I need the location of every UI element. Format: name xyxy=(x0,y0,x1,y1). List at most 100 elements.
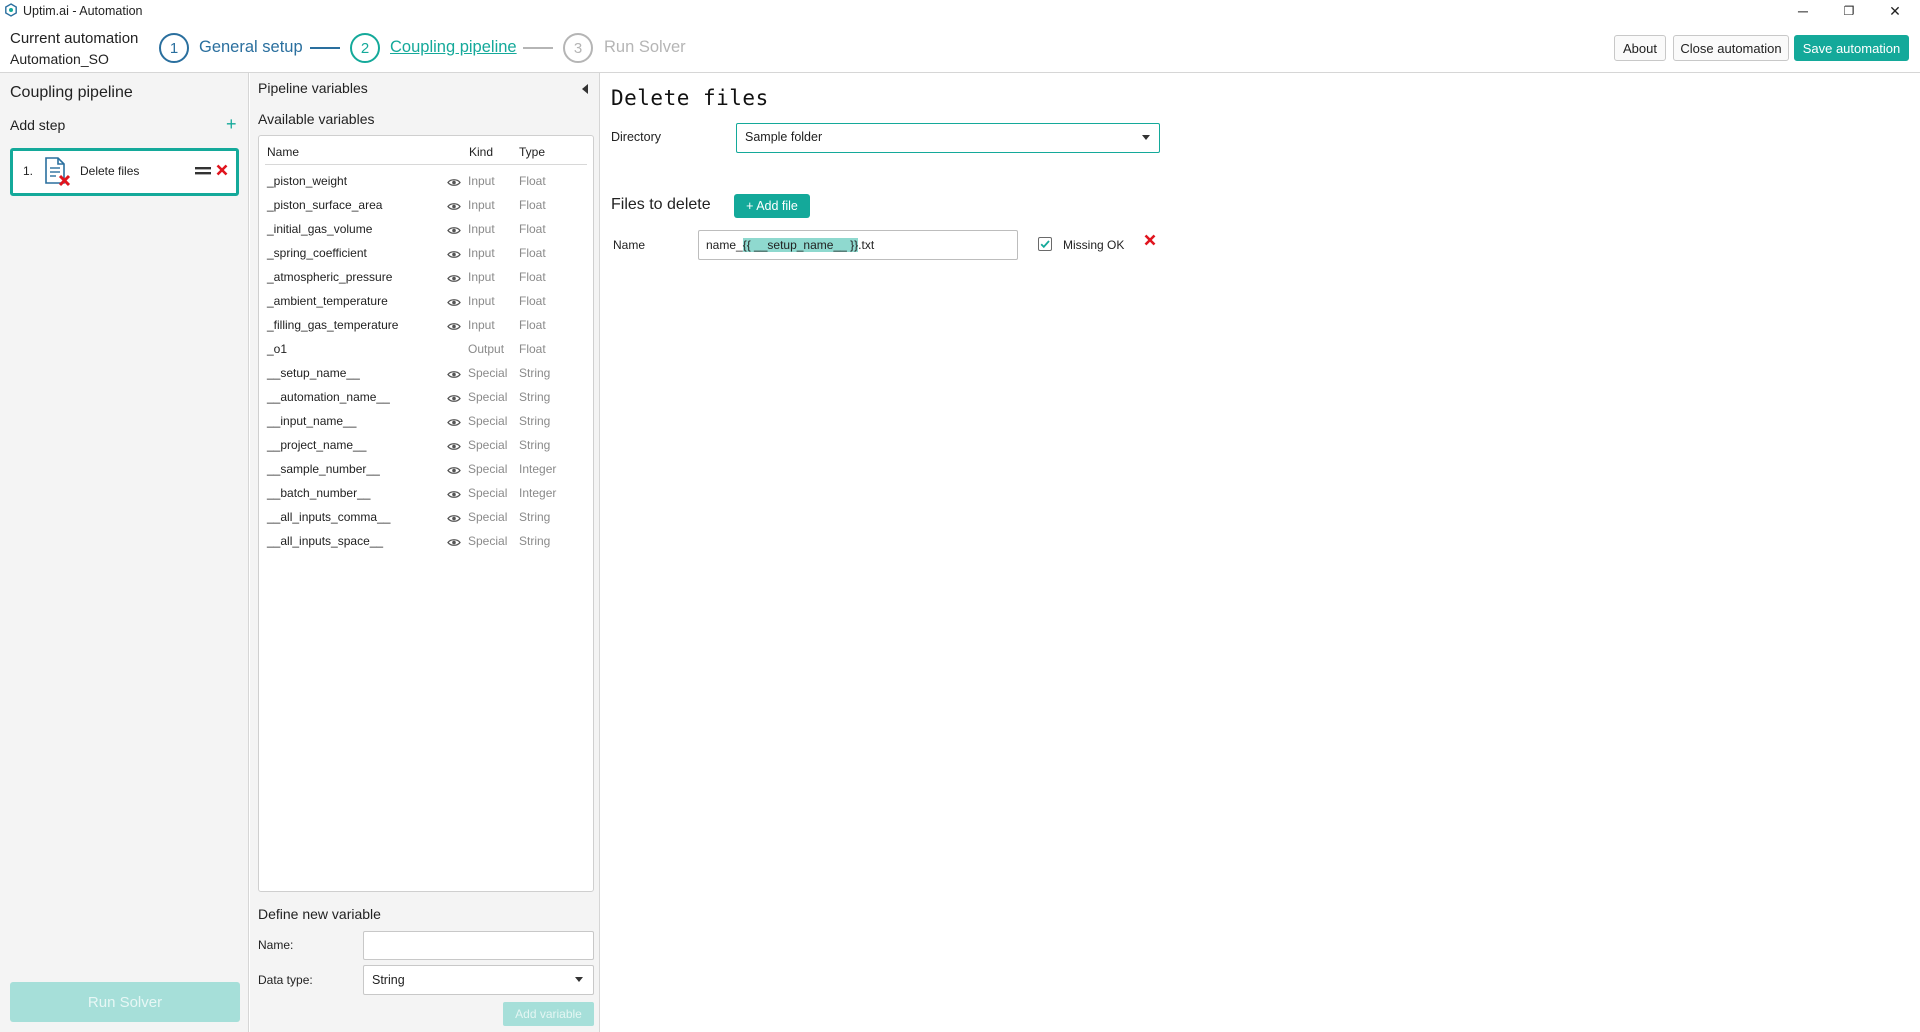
variable-kind: Input xyxy=(468,318,495,332)
eye-icon[interactable] xyxy=(447,416,461,430)
stepper-step-1[interactable]: 1 xyxy=(159,33,189,63)
missing-ok-checkbox[interactable] xyxy=(1038,237,1052,251)
variable-name: _spring_coefficient xyxy=(267,246,367,260)
eye-icon[interactable] xyxy=(447,272,461,286)
variable-name: _o1 xyxy=(267,342,288,356)
add-step-label: Add step xyxy=(10,117,66,133)
close-window-button[interactable]: ✕ xyxy=(1872,0,1918,22)
variable-kind: Input xyxy=(468,246,495,260)
run-solver-button[interactable]: Run Solver xyxy=(10,982,240,1022)
step-label: Delete files xyxy=(80,164,140,178)
pipeline-step-card[interactable]: 1. Delete files xyxy=(10,148,239,196)
eye-icon[interactable] xyxy=(447,368,461,382)
variable-kind: Special xyxy=(468,462,508,476)
eye-icon[interactable] xyxy=(447,392,461,406)
table-row[interactable]: __all_inputs_space__ Special String xyxy=(258,529,594,553)
remove-step-icon[interactable] xyxy=(216,164,228,176)
eye-icon[interactable] xyxy=(447,440,461,454)
table-row[interactable]: _spring_coefficient Input Float xyxy=(258,241,594,265)
variable-name: _piston_surface_area xyxy=(267,198,383,212)
about-button[interactable]: About xyxy=(1614,35,1666,61)
table-row[interactable]: _atmospheric_pressure Input Float xyxy=(258,265,594,289)
table-row[interactable]: __setup_name__ Special String xyxy=(258,361,594,385)
drag-handle-icon[interactable] xyxy=(195,165,211,177)
remove-file-icon[interactable] xyxy=(1144,234,1156,246)
collapse-panel-icon[interactable] xyxy=(582,84,588,94)
eye-icon[interactable] xyxy=(447,488,461,502)
variable-type: Float xyxy=(519,222,546,236)
variable-type: String xyxy=(519,366,551,380)
step-label-coupling-pipeline[interactable]: Coupling pipeline xyxy=(390,38,517,57)
minimize-button[interactable]: ─ xyxy=(1780,0,1826,22)
minimize-icon: ─ xyxy=(1798,3,1808,19)
table-row[interactable]: __sample_number__ Special Integer xyxy=(258,457,594,481)
variable-type: Float xyxy=(519,246,546,260)
eye-icon[interactable] xyxy=(447,176,461,190)
eye-icon[interactable] xyxy=(447,512,461,526)
variable-name: __batch_number__ xyxy=(267,486,371,500)
delete-file-icon xyxy=(45,157,71,187)
table-row[interactable]: __input_name__ Special String xyxy=(258,409,594,433)
step-label-run-solver[interactable]: Run Solver xyxy=(604,38,686,57)
table-row[interactable]: _initial_gas_volume Input Float xyxy=(258,217,594,241)
variable-name: _piston_weight xyxy=(267,174,348,188)
add-variable-button[interactable]: Add variable xyxy=(503,1002,594,1026)
table-row[interactable]: _filling_gas_temperature Input Float xyxy=(258,313,594,337)
variable-type: Float xyxy=(519,174,546,188)
stepper-step-2[interactable]: 2 xyxy=(350,33,380,63)
step-label-general-setup[interactable]: General setup xyxy=(199,38,303,57)
app-logo-icon xyxy=(5,3,17,17)
column-header-name: Name xyxy=(267,145,300,159)
chevron-down-icon xyxy=(575,977,583,982)
variable-name: _atmospheric_pressure xyxy=(267,270,393,284)
directory-label: Directory xyxy=(611,130,662,144)
variable-name: _filling_gas_temperature xyxy=(267,318,399,332)
stepper-connector xyxy=(310,47,340,49)
close-automation-button[interactable]: Close automation xyxy=(1673,35,1789,61)
variable-kind: Input xyxy=(468,198,495,212)
variable-name: __input_name__ xyxy=(267,414,357,428)
variable-type: Integer xyxy=(519,486,557,500)
variable-kind: Special xyxy=(468,438,508,452)
step-number-circle: 2 xyxy=(350,33,380,63)
variable-kind: Input xyxy=(468,174,495,188)
table-row[interactable]: _piston_surface_area Input Float xyxy=(258,193,594,217)
table-row[interactable]: _piston_weight Input Float xyxy=(258,169,594,193)
variable-type: String xyxy=(519,438,551,452)
add-step-plus-icon[interactable]: + xyxy=(226,114,237,135)
eye-icon[interactable] xyxy=(447,200,461,214)
title-bar xyxy=(0,0,1920,24)
variable-name: __setup_name__ xyxy=(267,366,360,380)
variable-name-input[interactable] xyxy=(363,931,594,960)
variable-type: Float xyxy=(519,318,546,332)
eye-icon[interactable] xyxy=(447,248,461,262)
stepper-step-3[interactable]: 3 xyxy=(563,33,593,63)
variable-kind: Output xyxy=(468,342,505,356)
table-row[interactable]: _ambient_temperature Input Float xyxy=(258,289,594,313)
file-name-label: Name xyxy=(613,238,646,252)
eye-icon[interactable] xyxy=(447,536,461,550)
variable-kind: Input xyxy=(468,222,495,236)
table-row[interactable]: __project_name__ Special String xyxy=(258,433,594,457)
variable-kind: Special xyxy=(468,390,508,404)
table-row[interactable]: __automation_name__ Special String xyxy=(258,385,594,409)
add-file-button[interactable]: + Add file xyxy=(734,194,810,218)
table-row[interactable]: __all_inputs_comma__ Special String xyxy=(258,505,594,529)
eye-icon[interactable] xyxy=(447,320,461,334)
file-name-input[interactable]: name_{{ __setup_name__ }} .txt xyxy=(698,230,1018,260)
variable-type: String xyxy=(519,510,551,524)
column-header-type: Type xyxy=(519,145,546,159)
save-automation-button[interactable]: Save automation xyxy=(1794,35,1909,61)
file-name-prefix: name_ xyxy=(706,238,743,252)
eye-icon[interactable] xyxy=(447,296,461,310)
stepper-connector xyxy=(523,47,553,49)
restore-button[interactable]: ❐ xyxy=(1826,0,1872,22)
eye-icon[interactable] xyxy=(447,464,461,478)
variable-name: __project_name__ xyxy=(267,438,367,452)
variable-kind: Special xyxy=(468,366,508,380)
eye-icon[interactable] xyxy=(447,224,461,238)
variable-type: Float xyxy=(519,270,546,284)
table-row[interactable]: __batch_number__ Special Integer xyxy=(258,481,594,505)
checkmark-icon xyxy=(1040,240,1050,249)
table-row[interactable]: _o1 Output Float xyxy=(258,337,594,361)
